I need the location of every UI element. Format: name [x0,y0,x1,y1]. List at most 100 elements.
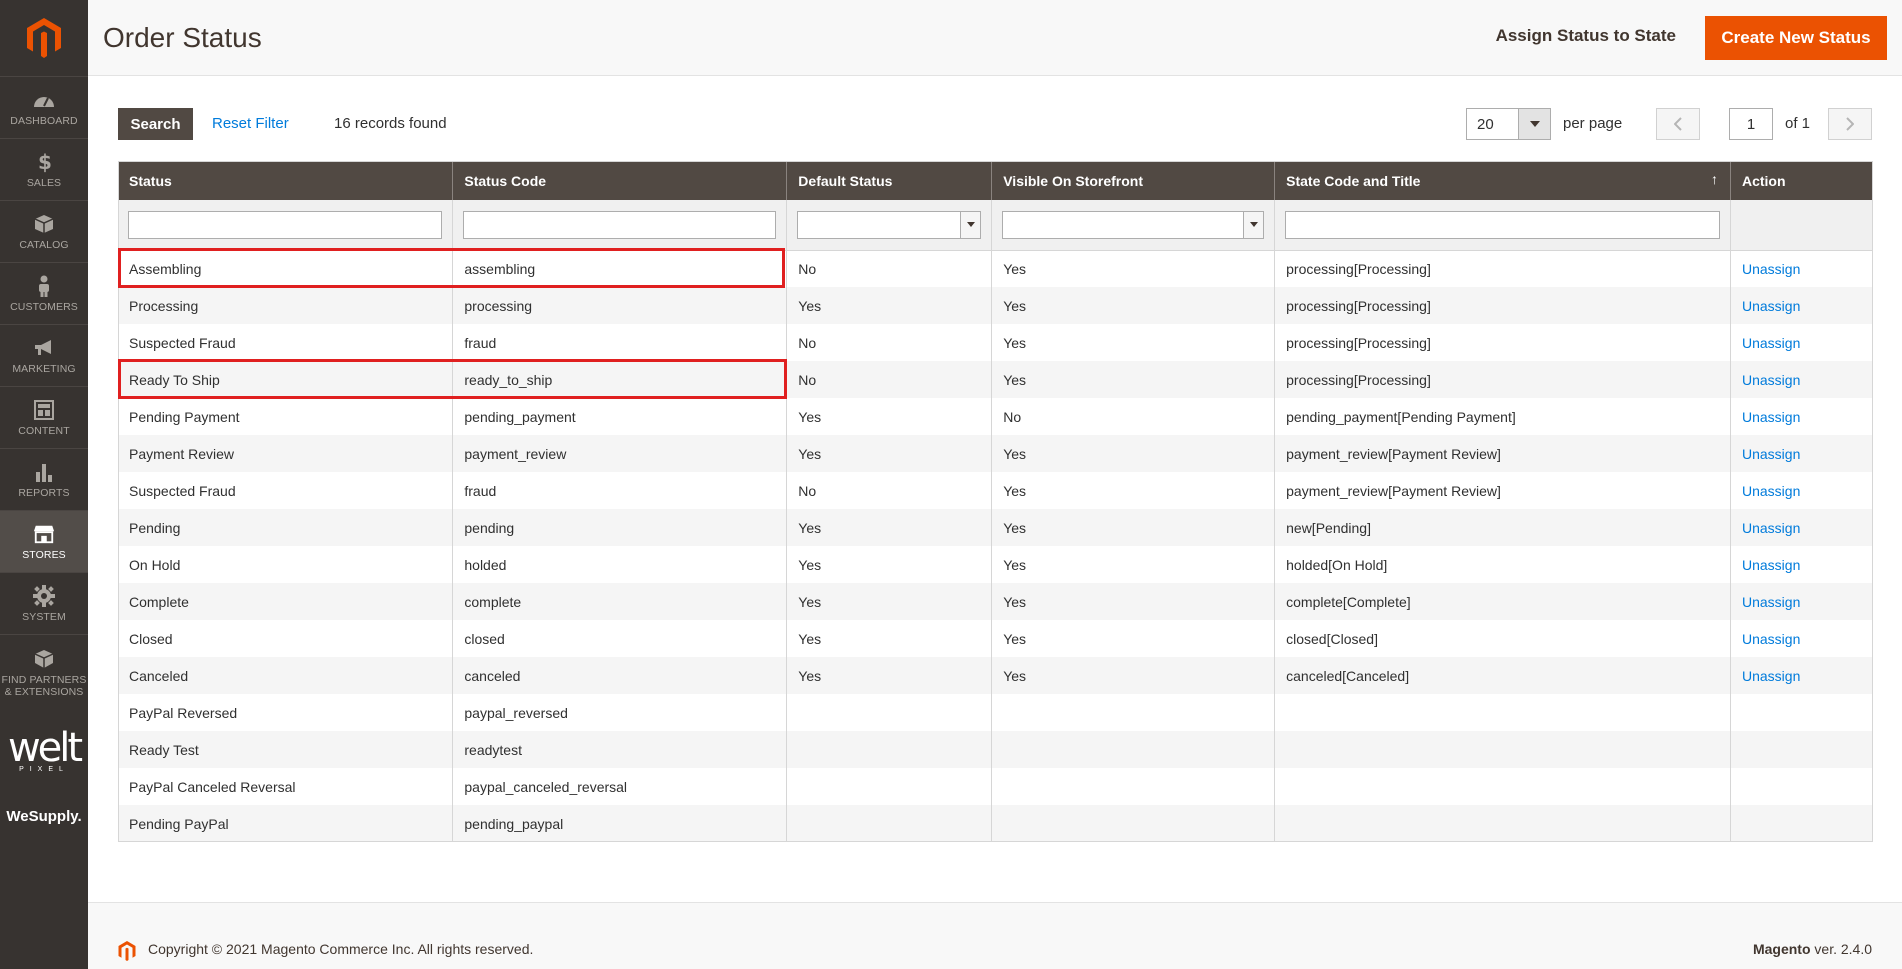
unassign-link[interactable]: Unassign [1742,520,1800,536]
sidebar-item-dashboard[interactable]: DASHBOARD [0,76,88,138]
box-icon [33,213,55,235]
sidebar-item-label: STORES [22,548,66,561]
previous-page-button[interactable] [1656,108,1700,140]
page-number-input[interactable]: 1 [1729,108,1773,140]
cell-status: Suspected Fraud [118,324,454,361]
cell-status: Pending PayPal [118,805,454,842]
cell-action: Unassign [1730,435,1873,472]
sidebar-item-customers[interactable]: CUSTOMERS [0,262,88,324]
sidebar-item-content[interactable]: CONTENT [0,386,88,448]
filter-cell-default-status [786,200,993,251]
cell-status-code: pending [452,509,788,546]
filter-default-status-select[interactable] [797,210,982,239]
table-row[interactable]: Assembling assembling No Yes processing[Proc… [118,250,1873,287]
unassign-link[interactable]: Unassign [1742,409,1800,425]
filter-status-code-input[interactable] [463,210,777,239]
table-row[interactable]: PayPal Reversed paypal_reversed [118,694,1873,731]
cell-visible: No [991,398,1276,435]
magento-logo[interactable] [0,0,88,76]
table-row[interactable]: Suspected Fraud fraud No Yes payment_review[… [118,472,1873,509]
column-header-status[interactable]: Status [118,161,454,200]
filter-visible-select[interactable] [1002,210,1265,239]
cell-default-status [786,694,993,731]
wesupply-logo[interactable]: WeSupply. [0,784,88,848]
create-new-status-button[interactable]: Create New Status [1705,16,1887,60]
table-row[interactable]: Closed closed Yes Yes closed[Closed] Unassign [118,620,1873,657]
filter-status-input[interactable] [128,210,443,239]
cell-action: Unassign [1730,361,1873,398]
assign-status-to-state-button[interactable]: Assign Status to State [1496,26,1676,46]
unassign-link[interactable]: Unassign [1742,557,1800,573]
cell-default-status: No [786,324,993,361]
table-row[interactable]: Suspected Fraud fraud No Yes processing[Proc… [118,324,1873,361]
sidebar-item-stores[interactable]: STORES [0,510,88,572]
cell-status: Pending [118,509,454,546]
sidebar-item-marketing[interactable]: MARKETING [0,324,88,386]
filter-cell-state [1274,200,1731,251]
cell-visible [991,805,1276,842]
table-row[interactable]: Pending Payment pending_payment Yes No pendi… [118,398,1873,435]
table-row[interactable]: Canceled canceled Yes Yes canceled[Canceled]… [118,657,1873,694]
sidebar-item-sales[interactable]: $ SALES [0,138,88,200]
column-header-action: Action [1730,161,1873,200]
table-row[interactable]: Ready Test readytest [118,731,1873,768]
order-status-grid: Status Status Code Default Status Visibl… [118,161,1874,842]
unassign-link[interactable]: Unassign [1742,631,1800,647]
unassign-link[interactable]: Unassign [1742,335,1800,351]
unassign-link[interactable]: Unassign [1742,372,1800,388]
page-title: Order Status [103,22,262,53]
weltpixel-logo[interactable]: welt PIXEL [0,718,88,784]
per-page-select[interactable]: 20 [1466,108,1551,140]
chevron-down-icon [960,211,981,238]
chevron-down-icon [1243,211,1264,238]
column-header-state-code-title-label: State Code and Title [1286,172,1421,189]
sidebar-item-find-partners-extensions[interactable]: FIND PARTNERS & EXTENSIONS [0,634,88,710]
unassign-link[interactable]: Unassign [1742,446,1800,462]
cell-state: payment_review[Payment Review] [1274,472,1731,509]
table-row[interactable]: Processing processing Yes Yes processing[Pro… [118,287,1873,324]
table-row[interactable]: Ready To Ship ready_to_ship No Yes processin… [118,361,1873,398]
storefront-icon [33,523,55,545]
sidebar-item-reports[interactable]: REPORTS [0,448,88,510]
cell-visible: Yes [991,509,1276,546]
unassign-link[interactable]: Unassign [1742,594,1800,610]
chevron-right-icon [1846,117,1854,131]
column-header-default-status[interactable]: Default Status [786,161,993,200]
unassign-link[interactable]: Unassign [1742,298,1800,314]
table-row[interactable]: Pending pending Yes Yes new[Pending] Unassign [118,509,1873,546]
cell-status-code: paypal_reversed [452,694,788,731]
table-row[interactable]: Payment Review payment_review Yes Yes paymen… [118,435,1873,472]
cell-status-code: fraud [452,472,788,509]
cell-default-status: No [786,472,993,509]
table-row[interactable]: On Hold holded Yes Yes holded[On Hold] Unassi… [118,546,1873,583]
filter-state-input[interactable] [1285,210,1720,239]
table-row[interactable]: Complete complete Yes Yes complete[Complete]… [118,583,1873,620]
cell-status-code: pending_paypal [452,805,788,842]
cell-status-code: readytest [452,731,788,768]
chevron-down-icon[interactable] [1518,109,1550,139]
megaphone-icon [33,337,55,359]
cell-action: Unassign [1730,472,1873,509]
sidebar-item-label: FIND PARTNERS & EXTENSIONS [1,673,87,698]
unassign-link[interactable]: Unassign [1742,668,1800,684]
column-header-status-code[interactable]: Status Code [452,161,788,200]
unassign-link[interactable]: Unassign [1742,483,1800,499]
cell-status: Complete [118,583,454,620]
unassign-link[interactable]: Unassign [1742,261,1800,277]
sidebar-item-catalog[interactable]: CATALOG [0,200,88,262]
cell-action [1730,805,1873,842]
table-row[interactable]: PayPal Canceled Reversal paypal_canceled_… [118,768,1873,805]
column-header-state-code-title[interactable]: State Code and Title ↑ [1274,161,1731,200]
cell-default-status: Yes [786,435,993,472]
chevron-left-icon [1674,117,1682,131]
cell-state: processing[Processing] [1274,250,1731,287]
reset-filter-link[interactable]: Reset Filter [212,115,289,132]
column-header-visible-on-storefront[interactable]: Visible On Storefront [991,161,1276,200]
bar-chart-icon [33,461,55,483]
main-content: Order Status Assign Status to State Crea… [88,0,1902,969]
search-button[interactable]: Search [118,108,193,140]
sidebar-item-label: CATALOG [19,238,69,251]
table-row[interactable]: Pending PayPal pending_paypal [118,805,1873,842]
sidebar-item-system[interactable]: SYSTEM [0,572,88,634]
next-page-button[interactable] [1828,108,1872,140]
